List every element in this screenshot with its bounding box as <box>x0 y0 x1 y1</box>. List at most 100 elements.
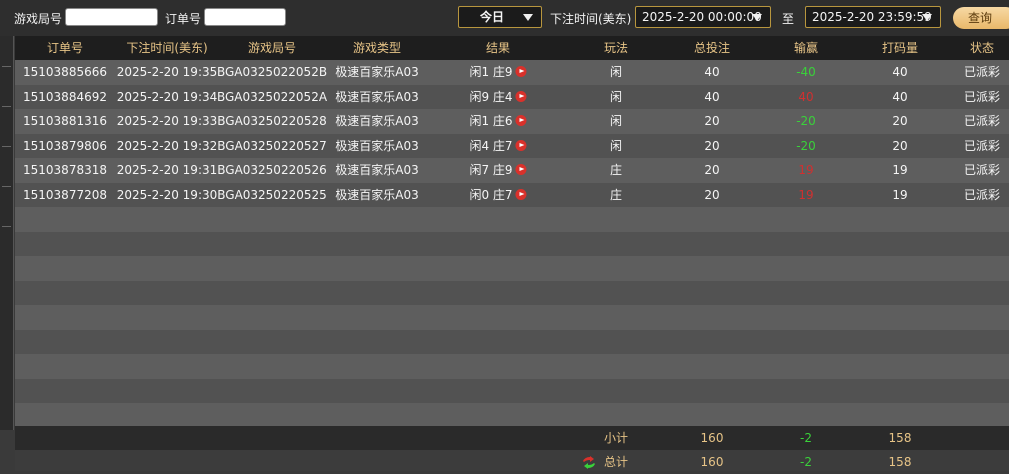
cell-bet: 20 <box>704 138 720 153</box>
table-row: 15103878318 2025-2-20 19:31 BGA03250220526… <box>15 158 1009 183</box>
start-time-value: 2025-2-20 00:00:00 <box>642 10 762 24</box>
total-label: 总计 <box>603 455 629 469</box>
cell-round: BGA03250220527 <box>217 138 327 153</box>
cell-play: 闲 <box>609 138 623 153</box>
cell-status: 已派彩 <box>963 114 1001 128</box>
refresh-icon[interactable] <box>582 456 596 469</box>
table-body: 15103885666 2025-2-20 19:35 BGA0325022052B… <box>15 60 1009 452</box>
total-code: 158 <box>888 455 912 469</box>
cell-win: 19 <box>798 187 814 202</box>
cell-order: 15103877208 <box>23 187 107 202</box>
cell-bet: 40 <box>704 65 720 79</box>
cell-result: 闲9 庄4 <box>469 85 527 109</box>
to-label: 至 <box>782 12 795 26</box>
cell-result: 闲7 庄9 <box>469 158 527 182</box>
table-row <box>15 207 1009 232</box>
cell-result: 闲1 庄6 <box>469 109 527 133</box>
total-bet: 160 <box>700 455 724 469</box>
subtotal-bet: 160 <box>700 431 724 445</box>
cell-time: 2025-2-20 19:35 <box>116 65 218 79</box>
cell-round: BGA0325022052B <box>216 65 328 79</box>
left-panel-tick <box>2 106 11 107</box>
column-header: 游戏类型 <box>352 41 402 55</box>
cell-game: 极速百家乐A03 <box>335 187 419 202</box>
column-header: 打码量 <box>881 41 919 55</box>
table-row: 15103884692 2025-2-20 19:34 BGA0325022052A… <box>15 84 1009 109</box>
play-icon[interactable] <box>515 115 527 126</box>
table-row: 15103885666 2025-2-20 19:35 BGA0325022052B… <box>15 60 1009 85</box>
cell-play: 闲 <box>609 65 623 79</box>
result-text: 闲1 庄9 <box>469 65 513 79</box>
cell-game: 极速百家乐A03 <box>335 65 419 79</box>
start-time-select[interactable]: 2025-2-20 00:00:00 <box>635 6 771 28</box>
cell-round: BGA03250220528 <box>217 114 327 128</box>
play-icon[interactable] <box>515 66 527 77</box>
game-round-label: 游戏局号 <box>14 12 63 26</box>
cell-code: 40 <box>892 89 908 104</box>
cell-order: 15103884692 <box>23 89 107 104</box>
play-icon[interactable] <box>515 90 527 102</box>
column-header: 总投注 <box>693 41 731 55</box>
cell-game: 极速百家乐A03 <box>335 163 419 177</box>
table-row <box>15 280 1009 305</box>
cell-win: 19 <box>798 163 814 177</box>
subtotal-label: 小计 <box>603 431 629 445</box>
left-panel-edge <box>0 36 14 430</box>
cell-status: 已派彩 <box>963 138 1001 153</box>
cell-time: 2025-2-20 19:33 <box>116 114 218 128</box>
cell-bet: 20 <box>704 163 720 177</box>
chevron-down-icon <box>752 14 762 21</box>
cell-code: 20 <box>892 114 908 128</box>
cell-time: 2025-2-20 19:32 <box>116 138 218 153</box>
game-round-input[interactable] <box>65 8 158 26</box>
result-text: 闲1 庄6 <box>469 114 513 128</box>
cell-round: BGA0325022052A <box>216 89 328 104</box>
total-win: -2 <box>800 455 812 469</box>
filter-bar: 游戏局号 订单号 今日 下注时间(美东) 2025-2-20 00:00:00 … <box>0 0 1009 36</box>
cell-round: BGA03250220526 <box>217 163 327 177</box>
play-icon[interactable] <box>515 139 527 151</box>
bet-records-table: 订单号 下注时间(美东) 游戏局号 游戏类型 结果 玩法 总投注 输赢 打码量 … <box>15 36 1009 452</box>
play-icon[interactable] <box>515 164 527 175</box>
cell-win: -20 <box>796 138 816 153</box>
cell-win: -20 <box>796 114 816 128</box>
column-header: 下注时间(美东) <box>126 41 208 55</box>
cell-result: 闲1 庄9 <box>469 60 527 84</box>
left-panel-tick <box>2 146 11 147</box>
cell-status: 已派彩 <box>963 65 1001 79</box>
order-input[interactable] <box>204 8 286 26</box>
cell-play: 庄 <box>609 163 623 177</box>
left-panel-tick <box>2 226 11 227</box>
chevron-down-icon <box>523 14 533 21</box>
cell-game: 极速百家乐A03 <box>335 114 419 128</box>
cell-win: -40 <box>796 65 816 79</box>
query-button[interactable]: 查询 <box>953 7 1009 29</box>
period-select[interactable]: 今日 <box>458 6 542 28</box>
cell-result: 闲4 庄7 <box>469 134 527 158</box>
column-header: 结果 <box>485 41 511 55</box>
cell-status: 已派彩 <box>963 89 1001 104</box>
table-row <box>15 403 1009 428</box>
end-time-select[interactable]: 2025-2-20 23:59:59 <box>805 6 941 28</box>
cell-play: 庄 <box>609 187 623 202</box>
chevron-down-icon <box>922 14 932 21</box>
table-row <box>15 378 1009 403</box>
table-row <box>15 329 1009 354</box>
result-text: 闲0 庄7 <box>469 187 513 202</box>
table-row <box>15 256 1009 281</box>
total-row: 总计 160 -2 158 <box>15 450 1009 471</box>
cell-game: 极速百家乐A03 <box>335 138 419 153</box>
cell-status: 已派彩 <box>963 163 1001 177</box>
result-text: 闲4 庄7 <box>469 138 513 153</box>
result-text: 闲7 庄9 <box>469 163 513 177</box>
left-panel-tick <box>2 186 11 187</box>
play-icon[interactable] <box>515 188 527 200</box>
subtotal-code: 158 <box>888 431 912 445</box>
cell-result: 闲0 庄7 <box>469 183 527 207</box>
cell-bet: 20 <box>704 114 720 128</box>
cell-code: 40 <box>892 65 908 79</box>
left-panel-tick <box>2 66 11 67</box>
column-header: 订单号 <box>46 41 84 55</box>
table-header: 订单号 下注时间(美东) 游戏局号 游戏类型 结果 玩法 总投注 输赢 打码量 … <box>15 36 1009 60</box>
cell-bet: 40 <box>704 89 720 104</box>
